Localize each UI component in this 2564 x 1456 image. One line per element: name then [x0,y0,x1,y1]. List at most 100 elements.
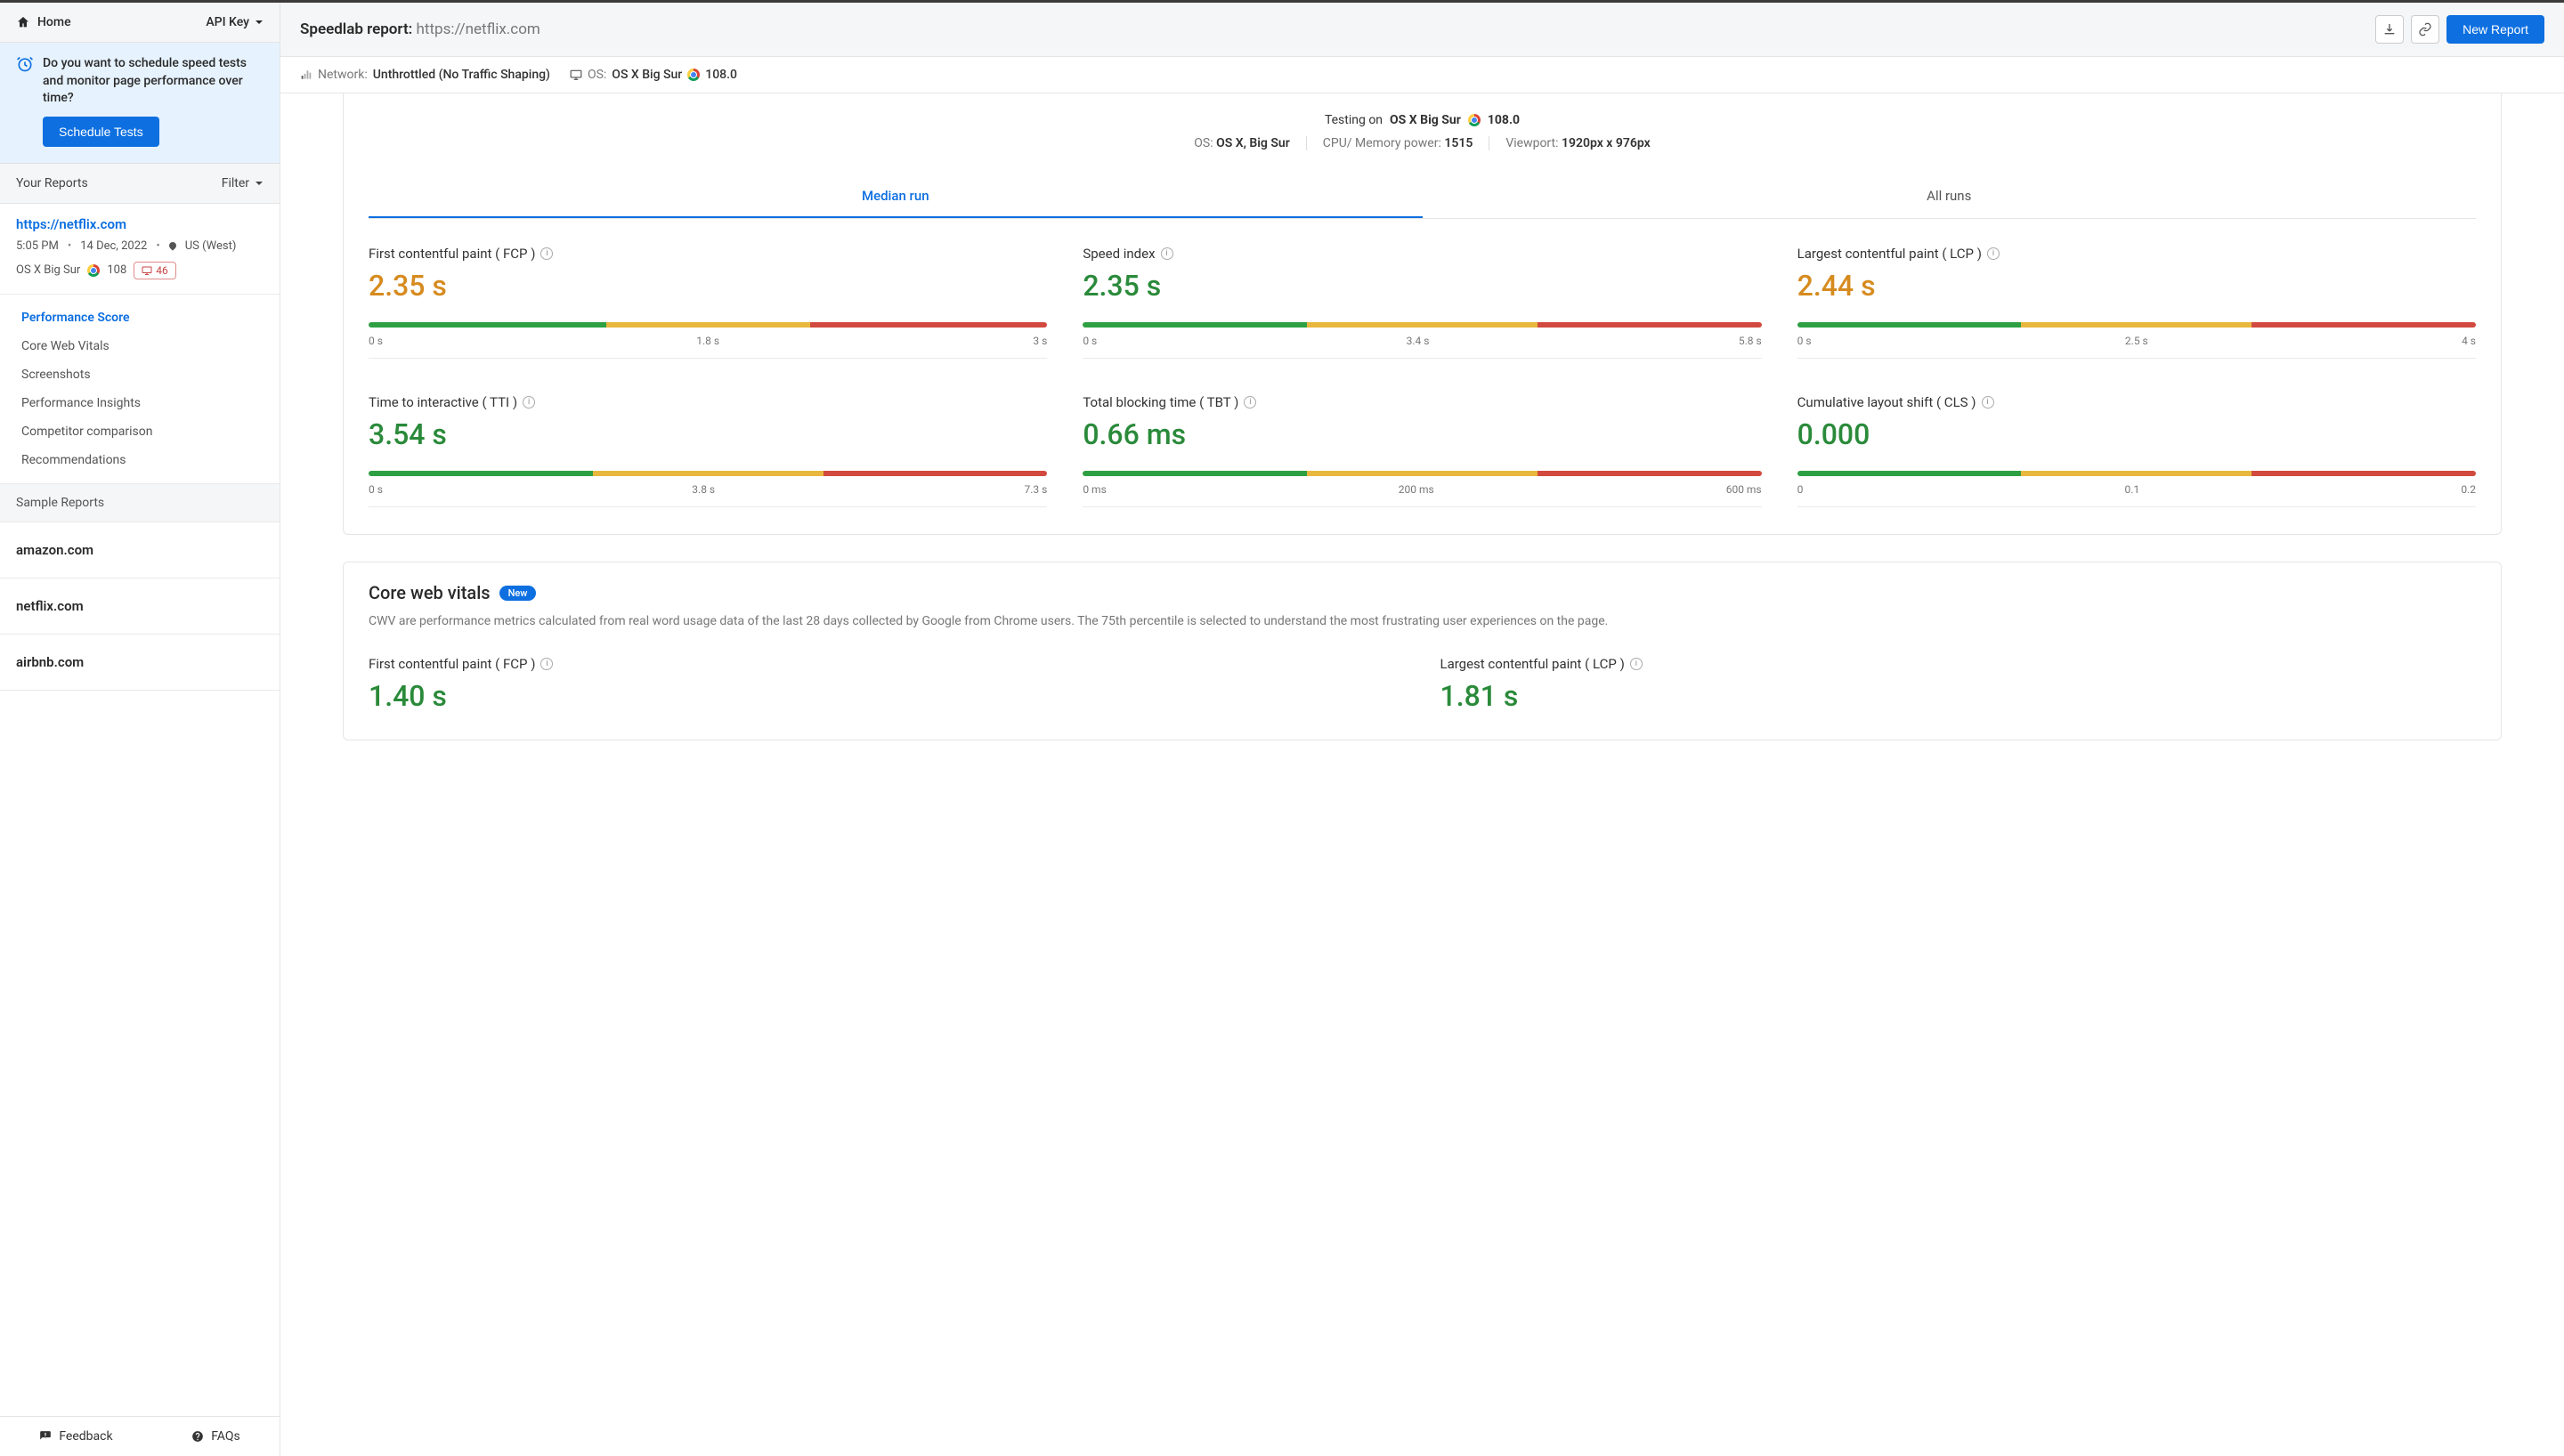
info-icon[interactable]: i [1982,396,1994,408]
sample-report-item[interactable]: airbnb.com [0,635,280,691]
report-time: 5:05 PM [16,239,59,253]
tab-median-run[interactable]: Median run [369,175,1423,218]
info-icon[interactable]: i [1244,396,1256,408]
metric-title: Speed index [1083,246,1155,262]
gauge-tick: 0 ms [1083,483,1106,496]
info-icon[interactable]: i [540,247,553,260]
nav-recommendations[interactable]: Recommendations [0,446,280,474]
chrome-icon [1468,114,1481,126]
report-date: 14 Dec, 2022 [80,239,147,253]
info-icon[interactable]: i [1161,247,1173,260]
metric-card: Largest contentful paint ( LCP ) i 2.44 … [1797,246,2476,359]
alarm-icon [16,55,34,147]
gauge-tick: 7.3 s [1025,483,1048,496]
home-link[interactable]: Home [16,15,71,29]
metric-value: 3.54 s [369,417,1047,451]
link-icon [2418,22,2432,36]
cwv-heading: Core web vitals [369,582,491,603]
metric-title: Total blocking time ( TBT ) [1083,394,1238,410]
info-icon[interactable]: i [540,658,553,670]
gauge-tick: 3.4 s [1407,335,1430,347]
share-link-button[interactable] [2411,15,2439,44]
page-title: Speedlab report: https://netflix.com [300,20,540,38]
chevron-down-icon [255,18,264,27]
metric-gauge [369,471,1047,476]
apikey-label: API Key [206,15,249,29]
info-icon[interactable]: i [1630,658,1643,670]
report-os: OS X Big Sur [16,263,80,277]
report-browser-version: 108 [107,263,126,277]
gauge-tick: 200 ms [1399,483,1434,496]
gauge-tick: 0.1 [2125,483,2140,496]
home-label: Home [37,15,71,29]
info-icon[interactable]: i [1987,247,2000,260]
gauge-tick: 3.8 s [692,483,715,496]
gauge-tick: 1.8 s [696,335,719,347]
nav-competitor-comparison[interactable]: Competitor comparison [0,417,280,446]
metric-card: Speed index i 2.35 s 0 s 3.4 s 5.8 s [1083,246,1761,359]
download-button[interactable] [2375,15,2404,44]
report-url[interactable]: https://netflix.com [16,216,264,232]
location-icon [167,241,177,251]
monitor-icon [570,69,582,81]
schedule-tests-button[interactable]: Schedule Tests [43,117,159,147]
filter-dropdown[interactable]: Filter [222,176,264,190]
schedule-banner: Do you want to schedule speed tests and … [0,43,280,164]
new-report-button[interactable]: New Report [2446,15,2544,44]
metric-title: Time to interactive ( TTI ) [369,394,517,410]
schedule-prompt-text: Do you want to schedule speed tests and … [43,55,264,108]
feedback-icon [39,1430,52,1443]
gauge-tick: 4 s [2462,335,2476,347]
metric-value: 2.35 s [1083,269,1761,303]
cwv-description: CWV are performance metrics calculated f… [369,612,2476,631]
chrome-icon [687,69,700,81]
info-icon[interactable]: i [523,396,535,408]
apikey-dropdown[interactable]: API Key [206,15,264,29]
nav-list: Performance Score Core Web Vitals Screen… [0,295,280,484]
cwv-lcp-value: 1.81 s [1440,679,2477,713]
home-icon [16,15,30,29]
chrome-icon [87,264,100,277]
chevron-down-icon [255,179,264,188]
faqs-link[interactable]: FAQs [191,1429,240,1444]
new-badge: New [499,586,537,601]
nav-performance-score[interactable]: Performance Score [0,303,280,332]
metric-title: First contentful paint ( FCP ) [369,246,535,262]
gauge-tick: 5.8 s [1739,335,1762,347]
metric-title: Largest contentful paint ( LCP ) [1797,246,1982,262]
metric-gauge [1083,322,1761,328]
filter-label: Filter [222,176,249,190]
help-icon [191,1430,204,1443]
gauge-tick: 2.5 s [2125,335,2148,347]
test-heading: Testing on OS X Big Sur 108.0 [369,113,2476,127]
gauge-tick: 0 [1797,483,1804,496]
performance-card: Testing on OS X Big Sur 108.0 OS: OS X, … [343,93,2502,535]
monitor-icon [142,265,152,276]
metric-card: Time to interactive ( TTI ) i 3.54 s 0 s… [369,394,1047,507]
gauge-tick: 600 ms [1726,483,1762,496]
gauge-tick: 3 s [1033,335,1047,347]
feedback-link[interactable]: Feedback [39,1429,112,1444]
gauge-tick: 0.2 [2461,483,2476,496]
nav-screenshots[interactable]: Screenshots [0,360,280,389]
metric-gauge [1083,471,1761,476]
nav-performance-insights[interactable]: Performance Insights [0,389,280,417]
cwv-lcp-title: Largest contentful paint ( LCP ) [1440,656,1625,672]
cwv-card: Core web vitals New CWV are performance … [343,562,2502,740]
tab-all-runs[interactable]: All runs [1423,175,2477,218]
sample-report-item[interactable]: amazon.com [0,522,280,578]
metric-card: First contentful paint ( FCP ) i 2.35 s … [369,246,1047,359]
gauge-tick: 0 s [369,483,383,496]
metric-card: Total blocking time ( TBT ) i 0.66 ms 0 … [1083,394,1761,507]
cwv-fcp-title: First contentful paint ( FCP ) [369,656,535,672]
metric-value: 0.000 [1797,417,2476,451]
nav-core-web-vitals[interactable]: Core Web Vitals [0,332,280,360]
sample-report-item[interactable]: netflix.com [0,578,280,635]
context-bar: Network: Unthrottled (No Traffic Shaping… [280,57,2564,93]
sample-reports-heading: Sample Reports [0,484,280,522]
your-reports-heading: Your Reports [16,176,88,190]
metric-title: Cumulative layout shift ( CLS ) [1797,394,1976,410]
gauge-tick: 0 s [1083,335,1097,347]
report-item[interactable]: https://netflix.com 5:05 PM • 14 Dec, 20… [0,204,280,295]
metric-value: 0.66 ms [1083,417,1761,451]
